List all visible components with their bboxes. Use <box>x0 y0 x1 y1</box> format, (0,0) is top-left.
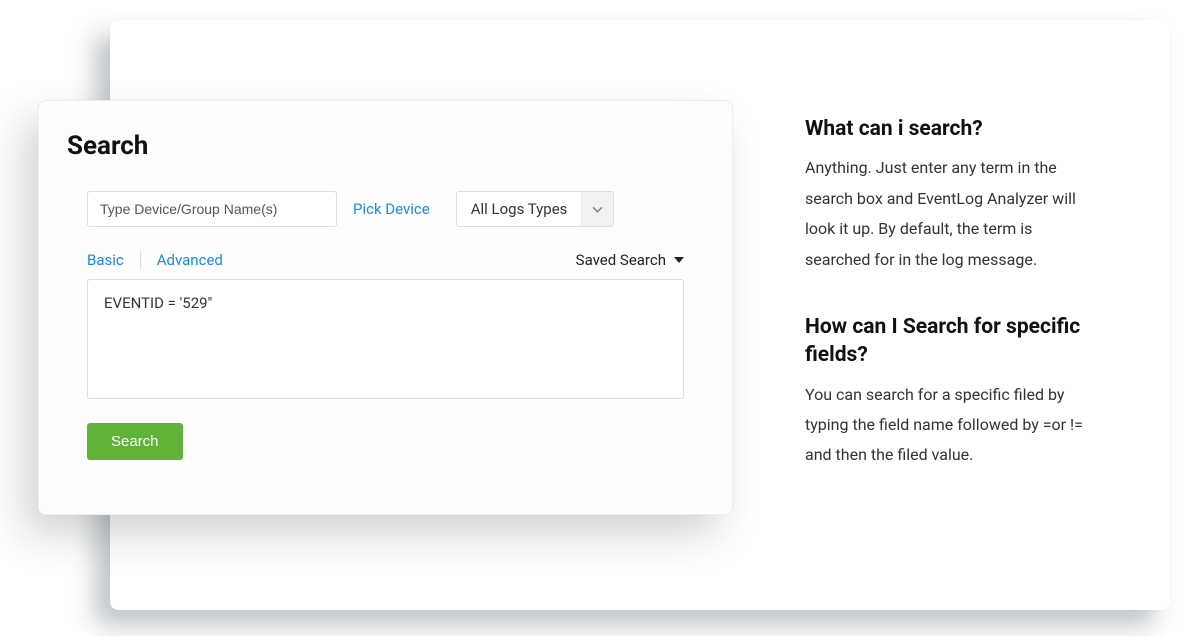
help-sidebar: What can i search? Anything. Just enter … <box>805 115 1095 509</box>
help-q1-body: Anything. Just enter any term in the sea… <box>805 153 1095 275</box>
tab-links: Basic Advanced <box>87 251 223 269</box>
tab-advanced[interactable]: Advanced <box>157 251 223 269</box>
search-button[interactable]: Search <box>87 423 183 460</box>
controls-row: Pick Device All Logs Types <box>67 191 704 227</box>
pick-device-link[interactable]: Pick Device <box>353 200 430 218</box>
search-title: Search <box>67 131 704 161</box>
caret-down-icon <box>674 251 684 269</box>
saved-search-dropdown[interactable]: Saved Search <box>576 251 684 269</box>
log-types-select[interactable]: All Logs Types <box>456 191 615 227</box>
log-types-label: All Logs Types <box>457 200 582 218</box>
help-q2-title: How can I Search for specific fields? <box>805 313 1095 370</box>
chevron-down-icon <box>581 192 613 226</box>
search-panel: Search Pick Device All Logs Types Basic … <box>38 100 733 515</box>
device-input[interactable] <box>87 191 337 227</box>
tab-separator <box>140 251 141 269</box>
help-q1-title: What can i search? <box>805 115 1095 143</box>
query-input[interactable] <box>87 279 684 399</box>
help-q2-body: You can search for a specific filed by t… <box>805 380 1095 471</box>
tabs-row: Basic Advanced Saved Search <box>67 251 704 269</box>
saved-search-label: Saved Search <box>576 251 666 269</box>
tab-basic[interactable]: Basic <box>87 251 124 269</box>
